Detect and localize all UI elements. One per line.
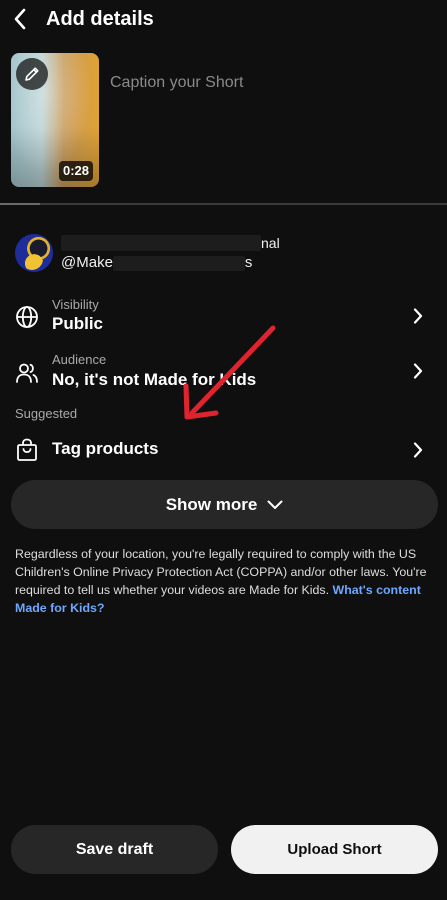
upload-progress-fill [0,203,41,205]
visibility-label: Visibility [52,297,99,312]
shopping-bag-icon [14,437,40,463]
handle-visible-prefix: @Make [61,254,113,271]
save-draft-button[interactable]: Save draft [11,825,218,874]
upload-progress-bar [0,203,447,205]
coppa-notice: Regardless of your location, you're lega… [15,545,433,617]
audience-label: Audience [52,352,107,367]
pencil-icon[interactable] [16,58,48,90]
show-more-button[interactable]: Show more [11,480,438,529]
tag-products-value: Tag products [52,439,159,458]
video-duration: 0:28 [58,161,93,181]
tag-products-row[interactable]: Tag products [0,424,447,478]
upload-short-button[interactable]: Upload Short [231,825,438,874]
page-title: Add details [46,8,154,30]
video-thumbnail[interactable]: 0:28 [11,53,99,187]
redacted-text [112,255,245,271]
caption-input[interactable] [110,66,430,100]
redacted-text [61,235,261,251]
chevron-left-icon[interactable] [8,6,32,32]
channel-name: nal [61,235,280,251]
chevron-right-icon [411,306,425,326]
avatar [15,234,53,272]
people-icon [14,360,40,386]
chevron-right-icon [411,440,425,460]
handle-visible-suffix: s [244,254,253,271]
chevron-right-icon [411,361,425,381]
channel-name-visible: nal [261,235,280,251]
chevron-down-icon [267,500,283,509]
suggested-heading: Suggested [15,406,78,421]
channel-handle: @Make s [61,254,252,272]
top-bar: Add details [0,0,447,40]
add-details-screen: Add details 0:28 nal @Makes Vis [0,0,447,900]
visibility-value: Public [52,314,104,333]
globe-icon [14,304,40,330]
red-arrow-annotation [183,325,276,420]
show-more-label: Show more [165,494,258,514]
